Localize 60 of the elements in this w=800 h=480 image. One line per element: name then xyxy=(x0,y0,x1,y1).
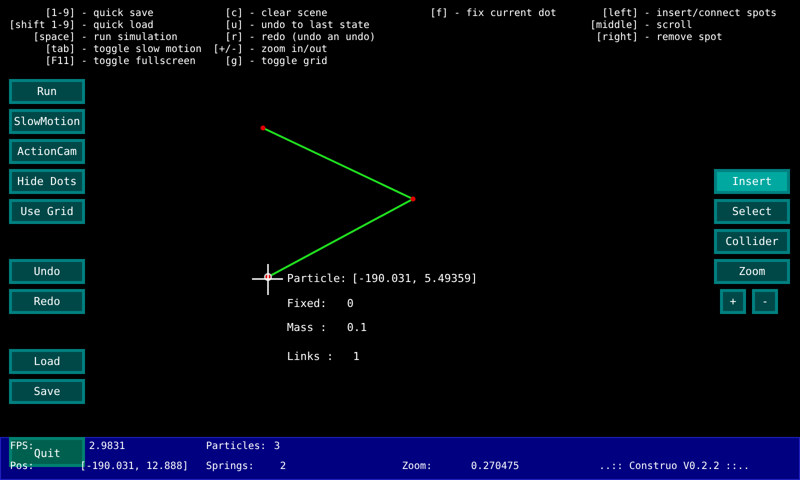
shortcut-key: [tab] xyxy=(9,44,76,56)
toolbar-button[interactable]: SlowMotion xyxy=(9,109,85,134)
shortcut-key: [r] xyxy=(213,32,244,44)
status-value: 0.270475 xyxy=(471,460,520,474)
shortcut-description: - fix current dot xyxy=(454,8,556,20)
shortcut-description: - toggle fullscreen xyxy=(81,56,197,68)
mode-button[interactable]: Collider xyxy=(714,229,790,254)
shortcut-description: - toggle slow motion xyxy=(81,44,202,56)
shortcut-key: [1-9] xyxy=(9,8,76,20)
status-value: 3 xyxy=(274,440,280,454)
toolbar-button[interactable]: Redo xyxy=(9,289,85,314)
shortcut-description: - quick load xyxy=(81,20,154,32)
info-value: 0.1 xyxy=(347,320,367,336)
status-value: 2 xyxy=(280,460,286,474)
info-label: Fixed: xyxy=(287,296,328,312)
zoom-button[interactable]: - xyxy=(752,289,778,314)
shortcut-description: - remove spot xyxy=(644,32,724,44)
shortcut-key: [F11] xyxy=(9,56,76,68)
toolbar-button[interactable]: Load xyxy=(9,349,85,374)
shortcut-key: [space] xyxy=(9,32,76,44)
shortcut-description: - quick save xyxy=(81,8,154,20)
shortcut-key: [middle] xyxy=(590,20,638,32)
app-title: ..:: Construo V0.2.2 ::.. xyxy=(599,460,750,474)
status-label: Particles: xyxy=(206,440,266,454)
shortcut-key: [u] xyxy=(213,20,244,32)
toolbar-button[interactable]: Hide Dots xyxy=(9,169,85,194)
toolbar-button[interactable]: Save xyxy=(9,379,85,404)
status-value: 2.9831 xyxy=(89,440,126,454)
shortcut-description: - run simulation xyxy=(81,32,179,44)
shortcut-description: - zoom in/out xyxy=(249,44,328,56)
shortcut-key: [c] xyxy=(213,8,244,20)
toolbar-button[interactable]: Run xyxy=(9,79,85,104)
info-value: [-190.031, 5.49359] xyxy=(352,271,478,287)
info-label: Links : xyxy=(287,348,334,364)
shortcut-key: [left] xyxy=(590,8,638,20)
shortcut-key: [shift 1-9] xyxy=(9,20,76,32)
zoom-button[interactable]: + xyxy=(720,289,746,314)
info-value: 0 xyxy=(347,296,354,312)
mode-button[interactable]: Select xyxy=(714,199,790,224)
shortcut-key: [g] xyxy=(213,56,244,68)
toolbar-button[interactable]: Use Grid xyxy=(9,199,85,224)
info-value: 1 xyxy=(353,348,360,364)
shortcut-description: - toggle grid xyxy=(249,56,328,68)
shortcut-description: - undo to last state xyxy=(249,20,371,32)
shortcut-description: - clear scene xyxy=(249,8,328,20)
toolbar-button[interactable]: ActionCam xyxy=(9,139,85,164)
shortcut-description: - scroll xyxy=(644,20,694,32)
shortcut-description: - insert/connect spots xyxy=(644,8,777,20)
info-label: Particle: xyxy=(287,271,347,287)
shortcut-key: [right] xyxy=(590,32,638,44)
shortcut-key: [+/-] xyxy=(213,44,244,56)
toolbar-button[interactable]: Undo xyxy=(9,259,85,284)
crosshair-icon xyxy=(252,264,283,295)
mode-button[interactable]: Zoom xyxy=(714,259,790,284)
status-label: Springs: xyxy=(206,460,254,474)
shortcut-description: - redo (undo an undo) xyxy=(249,32,376,44)
status-label: Zoom: xyxy=(402,460,432,474)
status-label: FPS: xyxy=(10,440,34,454)
info-label: Mass : xyxy=(287,320,328,336)
shortcut-key: [f] xyxy=(430,8,448,20)
